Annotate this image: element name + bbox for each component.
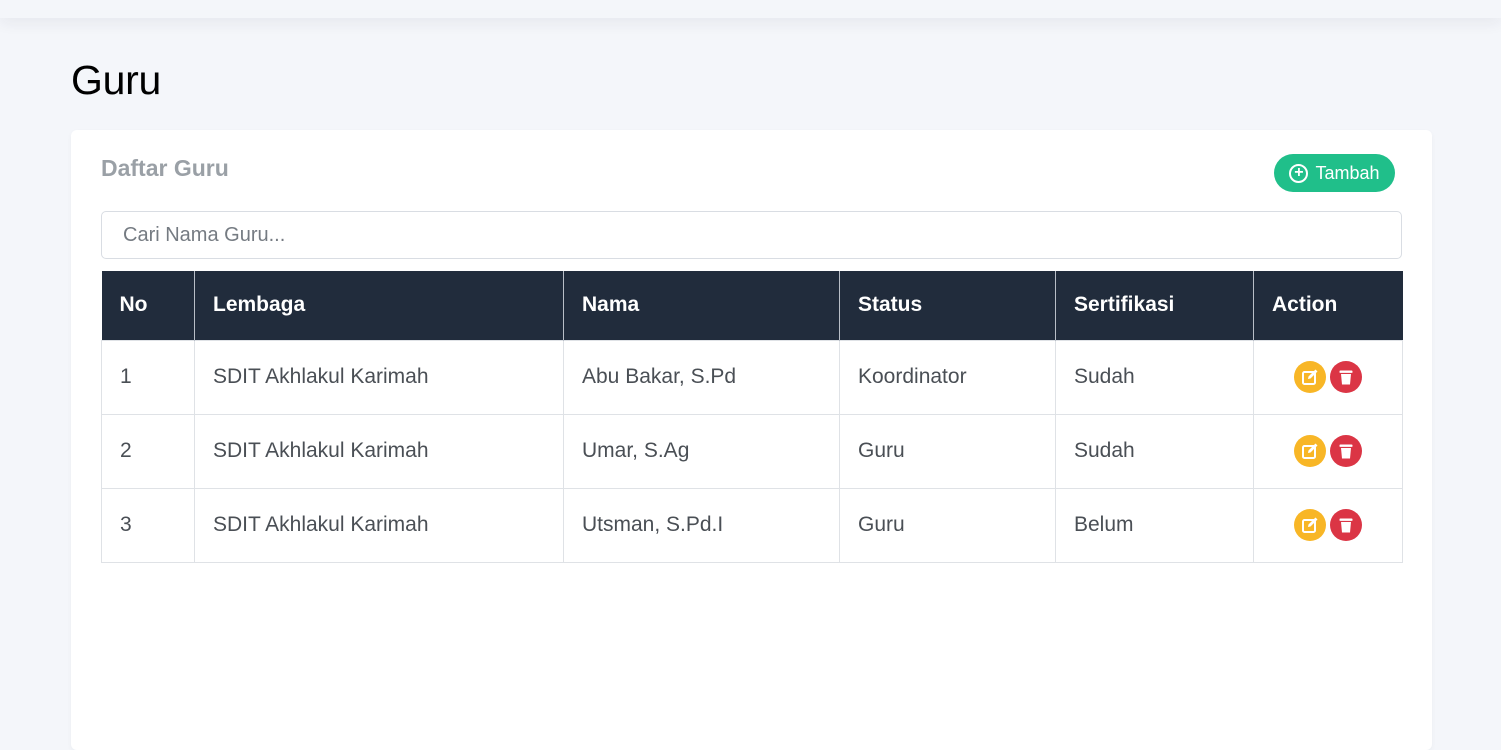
add-teacher-button[interactable]: + Tambah [1274, 154, 1395, 192]
column-header-nama: Nama [563, 271, 840, 340]
edit-button[interactable] [1294, 435, 1326, 467]
table-row: 3 SDIT Akhlakul Karimah Utsman, S.Pd.I G… [101, 487, 1403, 563]
cell-sertifikasi: Sudah [1055, 413, 1254, 489]
cell-lembaga: SDIT Akhlakul Karimah [194, 413, 564, 489]
column-header-no: No [101, 271, 195, 340]
plus-circle-icon: + [1289, 163, 1309, 183]
cell-action [1253, 413, 1403, 489]
cell-nama: Umar, S.Ag [563, 413, 840, 489]
cell-sertifikasi: Belum [1055, 487, 1254, 563]
teacher-list-card: Daftar Guru + Tambah No Lembaga Nama Sta… [71, 130, 1432, 750]
column-header-status: Status [839, 271, 1056, 340]
cell-no: 1 [101, 339, 195, 415]
column-header-lembaga: Lembaga [194, 271, 564, 340]
column-header-action: Action [1253, 271, 1403, 340]
edit-icon [1302, 517, 1318, 533]
add-button-label: Tambah [1315, 162, 1380, 183]
cell-nama: Abu Bakar, S.Pd [563, 339, 840, 415]
delete-button[interactable] [1330, 509, 1362, 541]
trash-icon [1339, 370, 1353, 385]
top-navbar [0, 0, 1501, 18]
cell-status: Guru [839, 413, 1056, 489]
page-title: Guru [71, 57, 161, 103]
delete-button[interactable] [1330, 361, 1362, 393]
cell-no: 2 [101, 413, 195, 489]
search-input[interactable] [101, 211, 1402, 259]
table-row: 1 SDIT Akhlakul Karimah Abu Bakar, S.Pd … [101, 339, 1403, 415]
table-header-row: No Lembaga Nama Status Sertifikasi Actio… [101, 271, 1403, 340]
cell-lembaga: SDIT Akhlakul Karimah [194, 339, 564, 415]
teacher-table: No Lembaga Nama Status Sertifikasi Actio… [101, 271, 1403, 563]
edit-icon [1302, 443, 1318, 459]
cell-no: 3 [101, 487, 195, 563]
edit-button[interactable] [1294, 361, 1326, 393]
cell-status: Guru [839, 487, 1056, 563]
cell-nama: Utsman, S.Pd.I [563, 487, 840, 563]
cell-action [1253, 487, 1403, 563]
delete-button[interactable] [1330, 435, 1362, 467]
edit-button[interactable] [1294, 509, 1326, 541]
cell-status: Koordinator [839, 339, 1056, 415]
cell-sertifikasi: Sudah [1055, 339, 1254, 415]
card-title: Daftar Guru [101, 155, 229, 181]
trash-icon [1339, 444, 1353, 459]
column-header-sertifikasi: Sertifikasi [1055, 271, 1254, 340]
edit-icon [1302, 369, 1318, 385]
cell-lembaga: SDIT Akhlakul Karimah [194, 487, 564, 563]
cell-action [1253, 339, 1403, 415]
table-row: 2 SDIT Akhlakul Karimah Umar, S.Ag Guru … [101, 413, 1403, 489]
trash-icon [1339, 518, 1353, 533]
